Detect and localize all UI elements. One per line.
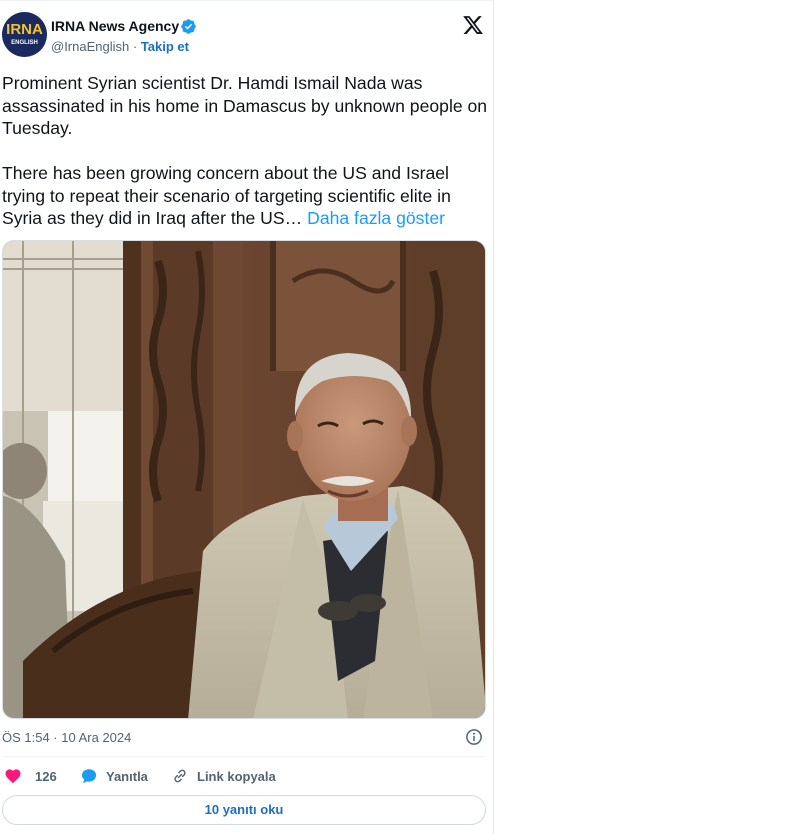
avatar-logo-subtext: ENGLISH [11, 40, 38, 46]
link-icon [174, 769, 186, 783]
heart-icon [5, 769, 21, 784]
tweet-embed-card: IRNA ENGLISH IRNA News Agency @IrnaEngli… [0, 0, 494, 834]
divider [2, 756, 486, 757]
like-button[interactable]: 126 [4, 766, 57, 786]
handle-line: @IrnaEnglish · Takip et [51, 39, 189, 54]
reply-button[interactable]: Yanıtla [80, 766, 148, 786]
top-border [0, 0, 494, 1]
tweet-photo[interactable] [2, 240, 486, 719]
copy-link-label: Link kopyala [197, 768, 276, 784]
copy-link-button[interactable]: Link kopyala [171, 766, 276, 786]
info-icon[interactable] [465, 728, 483, 746]
tweet-body: Prominent Syrian scientist Dr. Hamdi Ism… [2, 73, 488, 228]
speech-bubble-icon [81, 769, 97, 783]
reply-label: Yanıtla [106, 768, 148, 784]
show-more-link[interactable]: Daha fazla göster [307, 208, 445, 228]
follow-link[interactable]: Takip et [141, 39, 189, 54]
avatar-logo-text: IRNA [6, 21, 43, 38]
handle-separator: · [129, 39, 141, 54]
verified-badge-icon [181, 19, 196, 34]
read-replies-button[interactable]: 10 yanıtı oku [2, 795, 486, 825]
tweet-text: Prominent Syrian scientist Dr. Hamdi Ism… [2, 72, 488, 230]
avatar[interactable]: IRNA ENGLISH [2, 12, 47, 57]
x-logo-icon[interactable] [462, 14, 484, 36]
tweet-timestamp[interactable]: ÖS 1:54 · 10 Ara 2024 [2, 730, 131, 745]
portrait-photo [3, 241, 485, 718]
like-count: 126 [35, 768, 57, 784]
display-name[interactable]: IRNA News Agency [51, 18, 179, 34]
handle[interactable]: @IrnaEnglish [51, 39, 129, 54]
